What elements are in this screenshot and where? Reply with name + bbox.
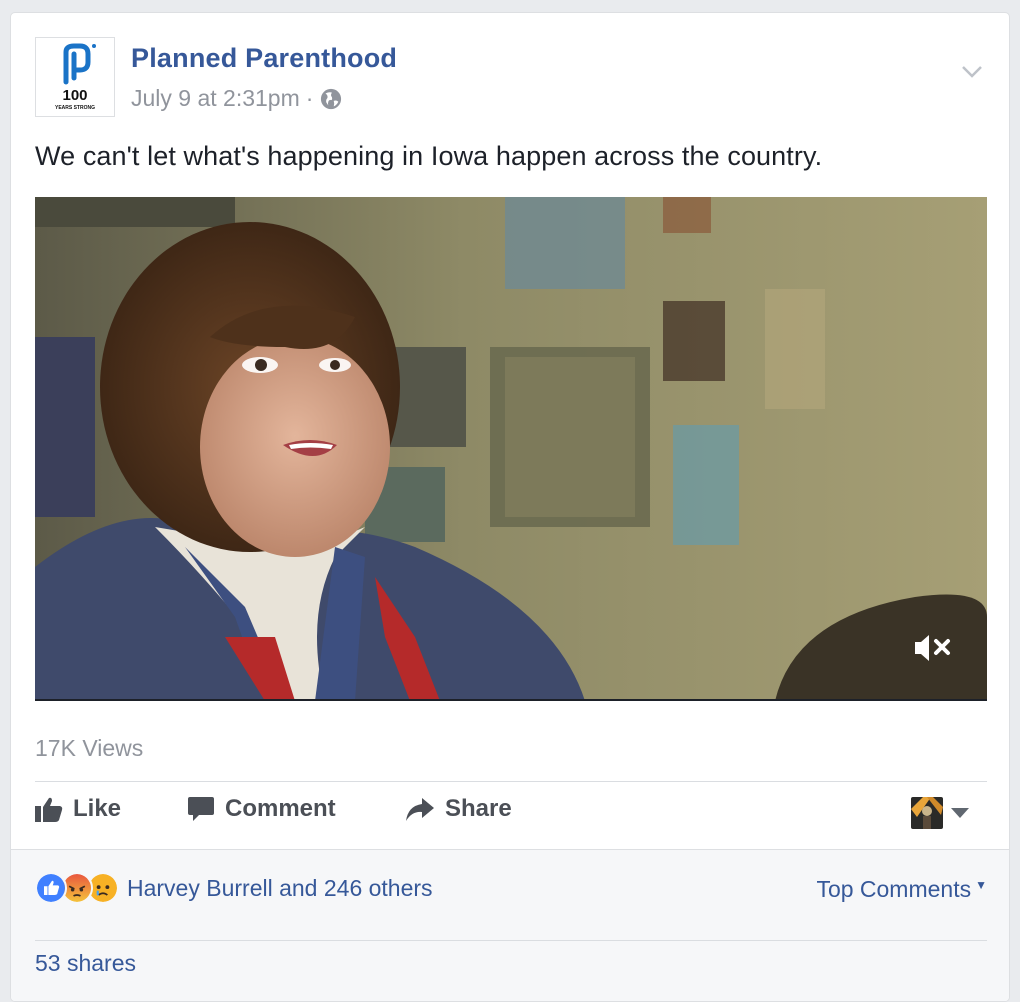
video-frame	[35, 197, 987, 701]
sort-caret-icon: ▼	[975, 878, 987, 892]
reactions-summary[interactable]: Harvey Burrell and 246 others	[35, 872, 433, 904]
divider	[35, 781, 987, 782]
post-message: We can't let what's happening in Iowa ha…	[35, 141, 823, 171]
planned-parenthood-logo-icon: 100 YEARS STRONG	[55, 43, 96, 111]
post-footer: Harvey Burrell and 246 others Top Commen…	[11, 849, 1009, 1001]
comment-label: Comment	[225, 795, 336, 822]
page-name-link[interactable]: Planned Parenthood	[131, 43, 397, 74]
globe-icon[interactable]	[320, 88, 342, 110]
like-button[interactable]: Like	[35, 795, 121, 823]
shares-link[interactable]: 53 shares	[35, 950, 136, 977]
comment-bubble-icon	[188, 797, 214, 821]
video-player[interactable]	[35, 197, 987, 701]
comment-sort-dropdown[interactable]: Top Comments ▼	[816, 876, 987, 903]
post-timestamp[interactable]: July 9 at 2:31pm	[131, 85, 300, 112]
user-avatar	[911, 797, 943, 829]
share-arrow-icon	[406, 798, 434, 821]
thumbs-up-icon	[35, 797, 63, 822]
post-header: 100 YEARS STRONG Planned Parenthood July…	[35, 37, 995, 117]
post-card: 100 YEARS STRONG Planned Parenthood July…	[10, 12, 1010, 1002]
logo-tagline: YEARS STRONG	[55, 105, 95, 111]
post-meta: July 9 at 2:31pm ·	[131, 85, 342, 112]
like-label: Like	[73, 795, 122, 822]
share-label: Share	[445, 795, 512, 822]
action-bar: Like Comment Share	[35, 783, 987, 843]
footer-divider	[35, 940, 987, 941]
reactors-link[interactable]: Harvey Burrell and 246 others	[127, 875, 433, 902]
logo-number: 100	[62, 87, 87, 104]
share-button[interactable]: Share	[405, 795, 512, 823]
page-avatar[interactable]: 100 YEARS STRONG	[35, 37, 115, 117]
meta-separator: ·	[305, 85, 314, 111]
dropdown-caret-icon	[951, 808, 969, 818]
like-reaction-icon	[35, 872, 67, 904]
view-count: 17K Views	[35, 735, 144, 761]
post-as-selector[interactable]	[911, 797, 969, 829]
comment-sort-label: Top Comments	[816, 876, 972, 902]
muted-speaker-icon[interactable]	[911, 631, 955, 665]
post-options-chevron-icon[interactable]	[961, 65, 983, 79]
comment-button[interactable]: Comment	[187, 795, 336, 823]
